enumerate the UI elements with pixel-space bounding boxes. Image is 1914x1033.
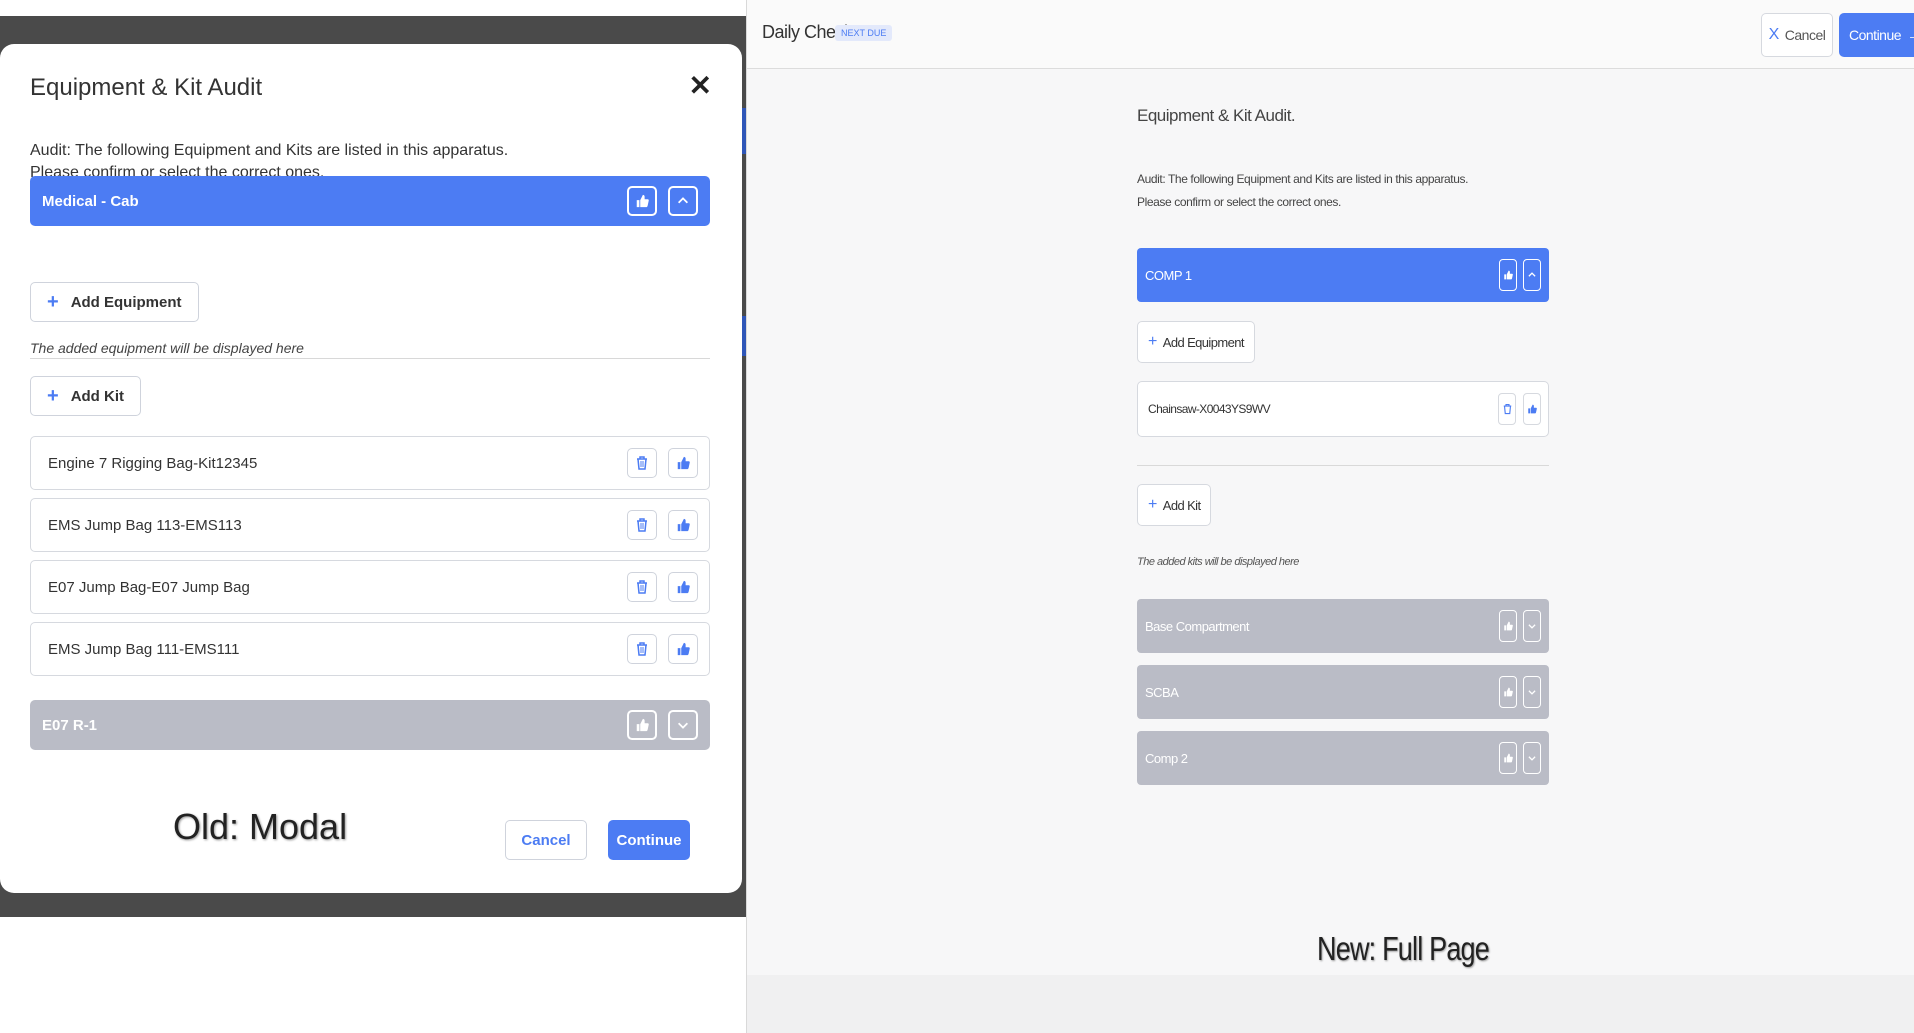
modal-title: Equipment & Kit Audit bbox=[30, 74, 263, 101]
list-item: EMS Jump Bag 111-EMS111 bbox=[30, 622, 710, 676]
plus-icon: + bbox=[47, 290, 59, 313]
thumbs-up-icon[interactable] bbox=[668, 448, 698, 478]
list-item: Chainsaw-X0043YS9WV bbox=[1137, 381, 1549, 437]
kit-name: E07 Jump Bag-E07 Jump Bag bbox=[48, 578, 250, 596]
compartment-label: SCBA bbox=[1145, 684, 1179, 700]
compartment-header-scba[interactable]: SCBA bbox=[1137, 665, 1549, 719]
add-equipment-button[interactable]: + Add Equipment bbox=[30, 282, 199, 322]
add-kit-label: Add Kit bbox=[1162, 497, 1201, 513]
plus-icon: + bbox=[1148, 333, 1157, 350]
section-title: Equipment & Kit Audit. bbox=[1137, 106, 1296, 125]
compartment-header-e07-r1[interactable]: E07 R-1 bbox=[30, 700, 710, 750]
kit-name: EMS Jump Bag 111-EMS111 bbox=[48, 640, 240, 658]
thumbs-up-icon[interactable] bbox=[668, 634, 698, 664]
add-equipment-row: + Add Equipment bbox=[1137, 321, 1549, 363]
chevron-up-icon[interactable] bbox=[1523, 259, 1541, 291]
thumbs-up-icon[interactable] bbox=[1523, 393, 1541, 425]
equipment-list: Chainsaw-X0043YS9WV bbox=[1137, 381, 1549, 437]
chevron-down-icon[interactable] bbox=[1523, 742, 1541, 774]
compartment-header-base[interactable]: Base Compartment bbox=[1137, 599, 1549, 653]
equipment-name: Chainsaw-X0043YS9WV bbox=[1148, 402, 1271, 416]
compartment-header-medical-cab[interactable]: Medical - Cab bbox=[30, 176, 710, 226]
footer-band bbox=[747, 975, 1914, 1033]
thumbs-up-icon[interactable] bbox=[1499, 610, 1517, 642]
close-icon: X bbox=[1768, 26, 1780, 43]
add-equipment-label: Add Equipment bbox=[70, 293, 182, 311]
thumbs-up-icon[interactable] bbox=[1499, 742, 1517, 774]
cancel-button[interactable]: X Cancel bbox=[1761, 13, 1833, 57]
chevron-down-icon[interactable] bbox=[1523, 676, 1541, 708]
thumbs-up-icon[interactable] bbox=[627, 710, 657, 740]
close-icon[interactable]: ✕ bbox=[689, 72, 712, 100]
continue-label: Continue bbox=[1849, 27, 1902, 43]
continue-button[interactable]: Continue bbox=[608, 820, 690, 860]
full-page-panel: Daily Check NEXT DUE X Cancel Continue →… bbox=[747, 0, 1914, 1033]
cancel-button[interactable]: Cancel bbox=[505, 820, 587, 860]
compartment-label: Comp 2 bbox=[1145, 750, 1188, 766]
old-modal-caption: Old: Modal bbox=[173, 806, 348, 847]
compartment-header-comp1[interactable]: COMP 1 bbox=[1137, 248, 1549, 302]
section-divider bbox=[1137, 465, 1549, 466]
compartment-label: Medical - Cab bbox=[42, 192, 139, 210]
kit-list: Engine 7 Rigging Bag-Kit12345 EMS Jump B… bbox=[30, 436, 710, 676]
trash-icon[interactable] bbox=[627, 634, 657, 664]
compartment-header-comp2[interactable]: Comp 2 bbox=[1137, 731, 1549, 785]
compartment-label: E07 R-1 bbox=[42, 716, 98, 734]
add-kit-row: + Add Kit bbox=[30, 376, 710, 416]
arrow-right-icon: → bbox=[1907, 27, 1914, 44]
chevron-down-icon[interactable] bbox=[668, 710, 698, 740]
equipment-hint: The added equipment will be displayed he… bbox=[30, 340, 710, 359]
kit-name: Engine 7 Rigging Bag-Kit12345 bbox=[48, 454, 258, 472]
list-item: E07 Jump Bag-E07 Jump Bag bbox=[30, 560, 710, 614]
add-kit-label: Add Kit bbox=[70, 387, 125, 405]
thumbs-up-icon[interactable] bbox=[1499, 259, 1517, 291]
compartment-label: Base Compartment bbox=[1145, 618, 1250, 634]
thumbs-up-icon[interactable] bbox=[668, 572, 698, 602]
chevron-up-icon[interactable] bbox=[668, 186, 698, 216]
audit-modal: Equipment & Kit Audit ✕ Audit: The follo… bbox=[0, 44, 742, 893]
chevron-down-icon[interactable] bbox=[1523, 610, 1541, 642]
thumbs-up-icon[interactable] bbox=[668, 510, 698, 540]
kits-hint: The added kits will be displayed here bbox=[1137, 556, 1299, 568]
top-bar: Daily Check NEXT DUE X Cancel Continue → bbox=[747, 0, 1914, 69]
add-equipment-row: + Add Equipment bbox=[30, 282, 710, 322]
continue-button[interactable]: Continue → bbox=[1839, 13, 1914, 57]
kit-name: EMS Jump Bag 113-EMS113 bbox=[48, 516, 242, 534]
section-description: Audit: The following Equipment and Kits … bbox=[1137, 168, 1557, 214]
trash-icon[interactable] bbox=[627, 572, 657, 602]
description-line: Audit: The following Equipment and Kits … bbox=[1137, 172, 1469, 186]
plus-icon: + bbox=[1148, 496, 1157, 513]
left-blank-area bbox=[0, 917, 746, 1033]
status-badge: NEXT DUE bbox=[835, 25, 893, 41]
list-item: EMS Jump Bag 113-EMS113 bbox=[30, 498, 710, 552]
list-item: Engine 7 Rigging Bag-Kit12345 bbox=[30, 436, 710, 490]
plus-icon: + bbox=[47, 384, 59, 407]
add-equipment-button[interactable]: + Add Equipment bbox=[1137, 321, 1255, 363]
thumbs-up-icon[interactable] bbox=[1499, 676, 1517, 708]
add-kit-row: + Add Kit bbox=[1137, 484, 1549, 526]
add-kit-button[interactable]: + Add Kit bbox=[30, 376, 142, 416]
new-page-caption: New: Full Page bbox=[1317, 930, 1490, 967]
add-kit-button[interactable]: + Add Kit bbox=[1137, 484, 1212, 526]
trash-icon[interactable] bbox=[627, 448, 657, 478]
trash-icon[interactable] bbox=[1498, 393, 1516, 425]
thumbs-up-icon[interactable] bbox=[627, 186, 657, 216]
cancel-label: Cancel bbox=[1784, 27, 1826, 43]
add-equipment-label: Add Equipment bbox=[1162, 334, 1245, 350]
description-line: Please confirm or select the correct one… bbox=[1137, 195, 1341, 209]
trash-icon[interactable] bbox=[627, 510, 657, 540]
description-line: Audit: The following Equipment and Kits … bbox=[30, 142, 509, 159]
compartment-label: COMP 1 bbox=[1145, 267, 1192, 283]
